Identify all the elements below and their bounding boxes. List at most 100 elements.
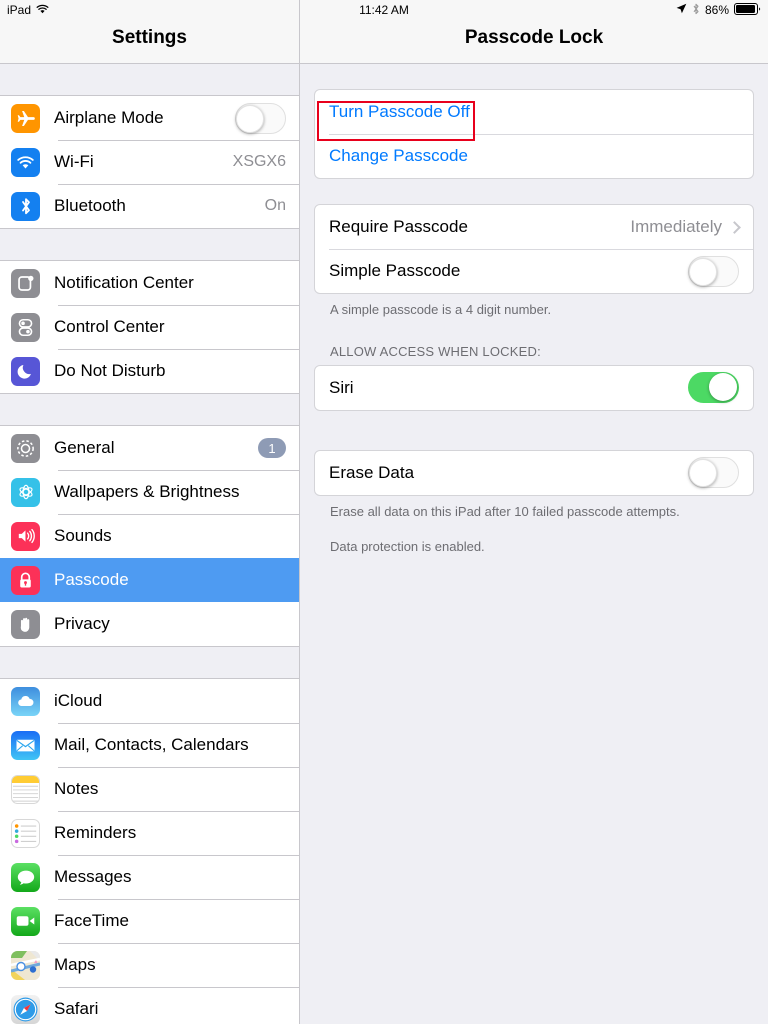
- control-center-icon: [11, 312, 40, 342]
- sidebar-group-system: Notification Center Control Center Do No…: [0, 260, 299, 394]
- sidebar-title: Settings: [112, 27, 187, 48]
- change-passcode-row[interactable]: Change Passcode: [315, 134, 753, 178]
- sidebar-item-icloud[interactable]: iCloud: [0, 679, 299, 723]
- reminders-icon: [11, 818, 40, 848]
- sidebar-item-label: Safari: [54, 999, 99, 1018]
- sidebar-item-label: Mail, Contacts, Calendars: [54, 735, 249, 754]
- sidebar-item-label: Passcode: [54, 570, 129, 589]
- sidebar-item-label: Maps: [54, 955, 96, 974]
- require-passcode-row[interactable]: Require Passcode Immediately: [315, 205, 753, 249]
- sidebar-item-label: Control Center: [54, 317, 165, 336]
- sidebar-item-privacy[interactable]: Privacy: [0, 602, 299, 646]
- require-passcode-value: Immediately: [630, 217, 722, 236]
- simple-passcode-footnote: A simple passcode is a 4 digit number.: [330, 302, 552, 317]
- ipad-settings-screen: iPad 11:42 AM 86% Settings Airplane Mode…: [0, 0, 768, 1024]
- simple-passcode-row[interactable]: Simple Passcode: [315, 249, 753, 293]
- status-bar-right: 86%: [676, 0, 761, 20]
- siri-toggle[interactable]: [688, 372, 739, 404]
- sidebar-item-label: Airplane Mode: [54, 108, 164, 127]
- toggle-knob: [689, 257, 717, 286]
- sidebar-gap: [0, 647, 299, 678]
- sidebar-item-label: Notes: [54, 779, 99, 798]
- allow-access-card: Siri: [314, 364, 754, 411]
- toggle-knob: [236, 104, 264, 133]
- erase-data-label: Erase Data: [329, 462, 415, 482]
- sidebar-item-wallpapers-brightness[interactable]: Wallpapers & Brightness: [0, 470, 299, 514]
- sidebar-group-apps: iCloud Mail, Contacts, Calendars Notes R…: [0, 678, 299, 1024]
- turn-passcode-off-button[interactable]: Turn Passcode Off: [329, 102, 470, 122]
- envelope-icon: [11, 730, 40, 760]
- sidebar-item-airplane-mode[interactable]: Airplane Mode: [0, 96, 299, 140]
- sidebar-item-notification-center[interactable]: Notification Center: [0, 261, 299, 305]
- sidebar-item-general[interactable]: General 1: [0, 426, 299, 470]
- notes-icon: [11, 774, 40, 804]
- sidebar-item-label: Reminders: [54, 823, 137, 842]
- siri-row[interactable]: Siri: [315, 366, 753, 410]
- sidebar-item-sounds[interactable]: Sounds: [0, 514, 299, 558]
- hand-icon: [11, 609, 40, 639]
- video-camera-icon: [11, 906, 40, 936]
- passcode-lock-pane: Passcode Lock Turn Passcode Off Change P…: [300, 0, 768, 1024]
- sidebar-item-label: iCloud: [54, 691, 103, 710]
- wifi-network-value: XSGX6: [232, 153, 286, 170]
- sidebar-item-wifi[interactable]: Wi-Fi XSGX6: [0, 140, 299, 184]
- wifi-icon: [11, 147, 40, 177]
- clock-label: 11:42 AM: [359, 3, 409, 17]
- data-protection-footnote: Data protection is enabled.: [330, 539, 485, 555]
- maps-icon: [11, 950, 40, 980]
- allow-access-header: ALLOW ACCESS WHEN LOCKED:: [330, 343, 541, 359]
- sidebar-item-mail-contacts-calendars[interactable]: Mail, Contacts, Calendars: [0, 723, 299, 767]
- simple-passcode-toggle[interactable]: [688, 255, 739, 287]
- sidebar-item-maps[interactable]: Maps: [0, 943, 299, 987]
- sidebar-item-label: Messages: [54, 867, 132, 886]
- message-bubble-icon: [11, 862, 40, 892]
- lock-icon: [11, 565, 40, 595]
- sidebar-item-reminders[interactable]: Reminders: [0, 811, 299, 855]
- sidebar-item-safari[interactable]: Safari: [0, 987, 299, 1024]
- sidebar-item-passcode[interactable]: Passcode: [0, 558, 299, 602]
- sidebar-item-label: Notification Center: [54, 273, 194, 292]
- sidebar-group-device: General 1 Wallpapers & Brightness Sounds…: [0, 425, 299, 647]
- speaker-icon: [11, 521, 40, 551]
- sidebar-item-label: General: [54, 438, 115, 457]
- bluetooth-icon: [11, 191, 40, 221]
- passcode-options-card: Require Passcode Immediately Simple Pass…: [314, 204, 754, 294]
- chevron-right-icon: [728, 220, 741, 234]
- toggle-knob: [709, 373, 737, 402]
- passcode-actions-card: Turn Passcode Off Change Passcode: [314, 89, 754, 179]
- status-bar: iPad 11:42 AM 86%: [0, 0, 768, 20]
- sidebar-list: Airplane Mode Wi-Fi XSGX6 Bluetooth On N…: [0, 64, 299, 1024]
- require-passcode-label: Require Passcode: [329, 217, 468, 236]
- bluetooth-icon: [692, 3, 700, 18]
- sidebar-gap: [0, 64, 299, 95]
- siri-label: Siri: [329, 377, 354, 397]
- erase-data-row[interactable]: Erase Data: [315, 451, 753, 495]
- sidebar-item-do-not-disturb[interactable]: Do Not Disturb: [0, 349, 299, 393]
- sidebar-item-bluetooth[interactable]: Bluetooth On: [0, 184, 299, 228]
- sidebar-item-messages[interactable]: Messages: [0, 855, 299, 899]
- sidebar-item-label: FaceTime: [54, 911, 129, 930]
- turn-passcode-off-row[interactable]: Turn Passcode Off: [315, 90, 753, 134]
- sidebar-gap: [0, 229, 299, 260]
- general-badge: 1: [258, 438, 286, 458]
- status-bar-center: 11:42 AM: [0, 0, 768, 20]
- bluetooth-status-value: On: [264, 197, 286, 214]
- sidebar-item-label: Privacy: [54, 614, 110, 633]
- sidebar-item-control-center[interactable]: Control Center: [0, 305, 299, 349]
- battery-percent-label: 86%: [704, 3, 729, 17]
- battery-icon: [734, 2, 761, 18]
- moon-icon: [11, 356, 40, 386]
- erase-data-toggle[interactable]: [688, 457, 739, 489]
- page-title: Passcode Lock: [464, 27, 604, 48]
- sidebar-item-facetime[interactable]: FaceTime: [0, 899, 299, 943]
- change-passcode-button[interactable]: Change Passcode: [329, 146, 468, 166]
- sidebar-item-notes[interactable]: Notes: [0, 767, 299, 811]
- sidebar-item-label: Do Not Disturb: [54, 361, 166, 380]
- gear-icon: [11, 433, 40, 463]
- airplane-mode-toggle[interactable]: [235, 102, 286, 134]
- airplane-icon: [11, 103, 40, 133]
